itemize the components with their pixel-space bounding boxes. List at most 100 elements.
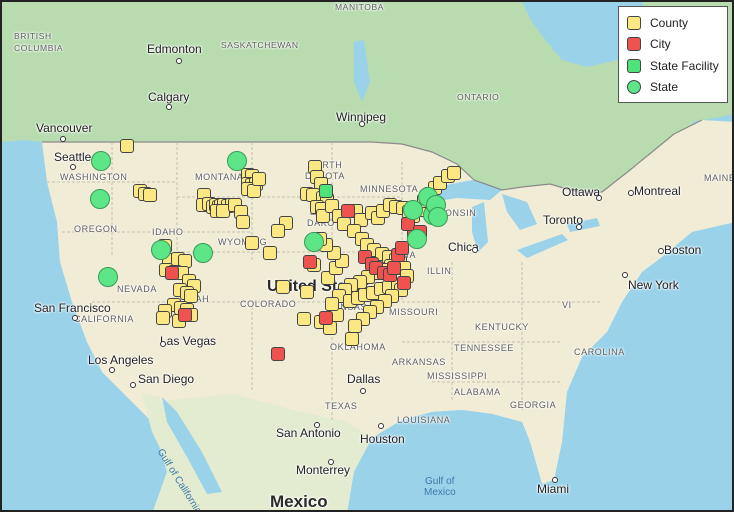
label-edmonton: Edmonton bbox=[147, 42, 202, 56]
city-marker[interactable] bbox=[341, 204, 355, 218]
label-georgia: GEORGIA bbox=[510, 400, 557, 410]
county-marker[interactable] bbox=[271, 224, 285, 238]
county-marker[interactable] bbox=[447, 166, 461, 180]
label-monterrey: Monterrey bbox=[296, 463, 351, 477]
legend-label-city: City bbox=[650, 37, 671, 52]
label-seattle: Seattle bbox=[54, 150, 92, 164]
label-oregon: OREGON bbox=[74, 224, 118, 234]
city-dot-vancouver bbox=[60, 136, 66, 142]
label-boston: Boston bbox=[664, 243, 702, 257]
state-marker[interactable] bbox=[98, 267, 118, 287]
label-carolina: CAROLINA bbox=[574, 347, 625, 357]
city-dot-seattle bbox=[70, 164, 76, 170]
label-missouri: MISSOURI bbox=[389, 307, 439, 317]
label-washington: WASHINGTON bbox=[60, 172, 128, 182]
county-marker[interactable] bbox=[325, 297, 339, 311]
legend-label-state-facility: State Facility bbox=[650, 58, 719, 73]
city-dot-edmonton bbox=[176, 58, 182, 64]
label-british-columbia: BRITISH COLUMBIA bbox=[14, 31, 64, 53]
label-calgary: Calgary bbox=[148, 90, 190, 104]
city-dot-monterrey bbox=[328, 459, 334, 465]
label-illinois: ILLIN bbox=[427, 266, 452, 276]
city-dot-chicago bbox=[472, 247, 478, 253]
label-san-antonio: San Antonio bbox=[276, 426, 341, 440]
label-dallas: Dallas bbox=[347, 372, 381, 386]
county-marker[interactable] bbox=[252, 172, 266, 186]
state-swatch-icon bbox=[627, 80, 641, 95]
label-ottawa: Ottawa bbox=[562, 185, 601, 199]
label-wyoming: WYOMING bbox=[218, 237, 268, 247]
city-dot-san-francisco bbox=[72, 315, 78, 321]
label-california: CALIFORNIA bbox=[74, 314, 135, 324]
label-idaho: IDAHO bbox=[152, 227, 184, 237]
label-kentucky: KENTUCKY bbox=[475, 322, 529, 332]
city-marker[interactable] bbox=[397, 276, 411, 290]
city-marker[interactable] bbox=[387, 261, 401, 275]
label-ontario: ONTARIO bbox=[457, 92, 500, 102]
county-marker[interactable] bbox=[247, 184, 261, 198]
legend-label-county: County bbox=[650, 15, 689, 30]
county-marker[interactable] bbox=[297, 312, 311, 326]
label-montana: MONTANA bbox=[195, 172, 244, 182]
state-marker[interactable] bbox=[227, 151, 247, 171]
state-marker[interactable] bbox=[91, 151, 111, 171]
label-san-diego: San Diego bbox=[138, 372, 195, 386]
label-maine: MAINE bbox=[704, 173, 734, 183]
city-dot-boston bbox=[658, 248, 664, 254]
legend-item-state: State bbox=[627, 77, 721, 99]
state-marker[interactable] bbox=[151, 240, 171, 260]
county-marker[interactable] bbox=[156, 311, 170, 325]
label-tennessee: TENNESSEE bbox=[454, 343, 514, 353]
legend-item-city: City bbox=[627, 34, 721, 56]
label-montreal: Montreal bbox=[634, 184, 681, 198]
city-dot-san-diego bbox=[130, 382, 136, 388]
city-marker[interactable] bbox=[319, 311, 333, 325]
label-colorado: COLORADO bbox=[240, 299, 297, 309]
city-marker[interactable] bbox=[271, 347, 285, 361]
map-frame[interactable]: MANITOBA BRITISH COLUMBIA SASKATCHEWAN Ed… bbox=[0, 0, 734, 512]
city-swatch-icon bbox=[627, 37, 641, 52]
label-mississippi: MISSISSIPPI bbox=[427, 371, 488, 381]
county-marker[interactable] bbox=[245, 236, 259, 250]
label-alabama: ALABAMA bbox=[454, 387, 501, 397]
facility-marker[interactable] bbox=[319, 184, 333, 198]
county-marker[interactable] bbox=[143, 188, 157, 202]
label-virginia: VI bbox=[562, 300, 572, 310]
county-marker[interactable] bbox=[236, 215, 250, 229]
city-dot-las-vegas bbox=[160, 341, 166, 347]
county-marker[interactable] bbox=[263, 246, 277, 260]
city-dot-toronto bbox=[576, 224, 582, 230]
legend-item-state-facility: State Facility bbox=[627, 55, 721, 77]
city-dot-houston bbox=[378, 423, 384, 429]
county-marker[interactable] bbox=[345, 332, 359, 346]
county-marker[interactable] bbox=[348, 319, 362, 333]
label-louisiana: LOUISIANA bbox=[397, 415, 451, 425]
city-dot-calgary bbox=[166, 104, 172, 110]
label-vancouver: Vancouver bbox=[36, 121, 93, 135]
label-las-vegas: Las Vegas bbox=[160, 334, 217, 348]
label-gulf-of-mexico-line1: Gulf of bbox=[425, 476, 455, 487]
state-facility-swatch-icon bbox=[627, 58, 641, 73]
map-legend: County City State Facility State bbox=[618, 6, 728, 103]
city-marker[interactable] bbox=[178, 308, 192, 322]
city-dot-new-york bbox=[622, 272, 628, 278]
state-marker[interactable] bbox=[193, 243, 213, 263]
label-arkansas: ARKANSAS bbox=[392, 357, 446, 367]
county-marker[interactable] bbox=[120, 139, 134, 153]
label-miami: Miami bbox=[537, 482, 569, 496]
city-marker[interactable] bbox=[303, 255, 317, 269]
state-marker[interactable] bbox=[90, 189, 110, 209]
label-mexico: Mexico bbox=[270, 492, 328, 511]
city-dot-los-angeles bbox=[109, 367, 115, 373]
county-marker[interactable] bbox=[300, 285, 314, 299]
city-dot-winnipeg bbox=[359, 121, 365, 127]
city-dot-dallas bbox=[360, 388, 366, 394]
county-marker[interactable] bbox=[276, 280, 290, 294]
label-minnesota: MINNESOTA bbox=[360, 184, 419, 194]
city-marker[interactable] bbox=[165, 266, 179, 280]
state-marker[interactable] bbox=[428, 207, 448, 227]
label-houston: Houston bbox=[360, 432, 405, 446]
label-gulf-of-mexico-line2: Mexico bbox=[424, 487, 456, 498]
state-marker[interactable] bbox=[407, 229, 427, 249]
state-marker[interactable] bbox=[304, 232, 324, 252]
